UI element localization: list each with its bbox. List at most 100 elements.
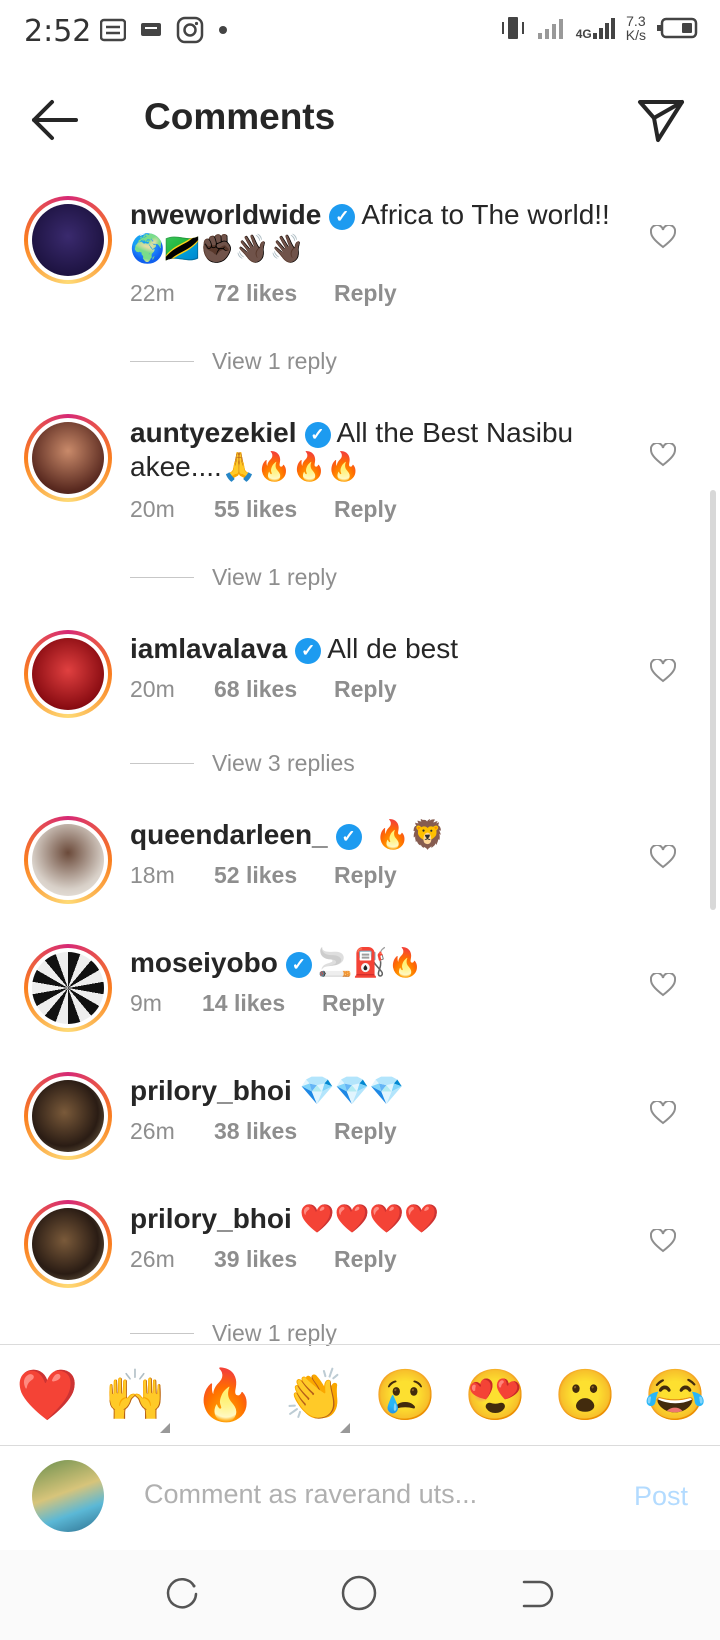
avatar[interactable] [24, 414, 112, 502]
like-heart-icon[interactable] [650, 845, 676, 869]
comment-likes[interactable]: 52 likes [214, 862, 334, 889]
page-title: Comments [144, 96, 336, 137]
comment-username[interactable]: iamlavalava [130, 633, 287, 664]
comment-body: 🔥🦁 [375, 819, 446, 850]
comment-meta: 22m 72 likes Reply [130, 280, 397, 307]
view-replies-button[interactable]: View 1 reply [130, 1320, 337, 1347]
post-button[interactable]: Post [634, 1481, 688, 1512]
like-heart-icon[interactable] [650, 659, 676, 683]
comment-item: queendarleen_ ✓ 🔥🦁 18m 52 likes Reply [0, 800, 720, 920]
comment-likes[interactable]: 38 likes [214, 1118, 334, 1145]
verified-badge-icon: ✓ [329, 204, 356, 230]
comment-username[interactable]: prilory_bhoi [130, 1075, 292, 1106]
comment-item: prilory_bhoi 💎💎💎 26m 38 likes Reply [0, 1056, 720, 1176]
avatar[interactable] [24, 1200, 112, 1288]
vibrate-icon [501, 17, 524, 39]
emoji-heart-eyes[interactable]: 😍 [464, 1365, 526, 1425]
reply-button[interactable]: Reply [334, 496, 397, 523]
reply-button[interactable]: Reply [322, 990, 385, 1017]
signal-strength-icon [592, 18, 615, 39]
send-icon[interactable] [636, 96, 686, 144]
comment-time: 9m [130, 990, 162, 1016]
comment-username[interactable]: moseiyobo [130, 947, 278, 978]
comment-body: 🚬⛽🔥 [317, 947, 423, 978]
comment-username[interactable]: queendarleen_ [130, 819, 328, 850]
verified-badge-icon: ✓ [304, 422, 331, 448]
comment-item: iamlavalava ✓ All de best 20m 68 likes Rep… [0, 614, 720, 784]
comment-time: 18m [130, 862, 175, 888]
comment-text: moseiyobo ✓ 🚬⛽🔥 [130, 946, 640, 980]
comment-item: prilory_bhoi ❤️❤️❤️❤️ 26m 39 likes Reply… [0, 1184, 720, 1346]
verified-badge-icon: ✓ [285, 952, 312, 978]
comment-body: All de best [327, 633, 458, 664]
reply-button[interactable]: Reply [334, 862, 397, 889]
status-bar: 2:52 4G 7.3 K/s [0, 0, 720, 66]
like-heart-icon[interactable] [650, 443, 676, 467]
comment-likes[interactable]: 68 likes [214, 676, 334, 703]
comment-text: iamlavalava ✓ All de best [130, 632, 640, 666]
comment-text: prilory_bhoi 💎💎💎 [130, 1074, 640, 1108]
emoji-surprised[interactable]: 😮 [554, 1365, 616, 1425]
net-speed: 7.3 K/s [625, 13, 646, 43]
comment-meta: 20m 55 likes Reply [130, 496, 397, 523]
back-arrow-icon[interactable] [30, 98, 80, 142]
reply-button[interactable]: Reply [334, 676, 397, 703]
quick-emoji-bar: ❤️ 🙌 🔥 👏 😢 😍 😮 😂 [0, 1344, 720, 1446]
avatar[interactable] [24, 944, 112, 1032]
emoji-crying[interactable]: 😢 [374, 1365, 436, 1425]
message-icon [141, 23, 161, 36]
emoji-laughing[interactable]: 😂 [644, 1365, 706, 1425]
scrollbar[interactable] [710, 490, 716, 910]
home-icon[interactable] [340, 1574, 378, 1612]
comment-text: prilory_bhoi ❤️❤️❤️❤️ [130, 1202, 640, 1236]
back-nav-icon[interactable] [518, 1576, 554, 1612]
comment-input[interactable]: Comment as raverand uts... [144, 1479, 477, 1510]
notification-icon [100, 18, 126, 42]
comment-username[interactable]: prilory_bhoi [130, 1203, 292, 1234]
view-replies-button[interactable]: View 3 replies [130, 750, 355, 777]
comment-meta: 26m 39 likes Reply [130, 1246, 397, 1273]
avatar[interactable] [24, 816, 112, 904]
recent-apps-icon[interactable] [164, 1576, 200, 1612]
reply-button[interactable]: Reply [334, 1246, 397, 1273]
like-heart-icon[interactable] [650, 1229, 676, 1253]
network-type: 4G [575, 27, 592, 41]
avatar[interactable] [24, 1072, 112, 1160]
comment-item: moseiyobo ✓ 🚬⛽🔥 9m 14 likes Reply [0, 928, 720, 1048]
reply-button[interactable]: Reply [334, 280, 397, 307]
comment-likes[interactable]: 55 likes [214, 496, 334, 523]
dot-icon [219, 26, 227, 34]
skin-tone-indicator-icon [340, 1423, 350, 1433]
like-heart-icon[interactable] [650, 225, 676, 249]
like-heart-icon[interactable] [650, 973, 676, 997]
comment-composer: Comment as raverand uts... Post [0, 1445, 720, 1565]
emoji-fire[interactable]: 🔥 [194, 1365, 256, 1425]
comment-username[interactable]: auntyezekiel [130, 417, 297, 448]
instagram-icon [176, 16, 204, 44]
like-heart-icon[interactable] [650, 1101, 676, 1125]
comment-item: auntyezekiel ✓ All the Best Nasibu akee...… [0, 398, 720, 591]
battery-icon [657, 17, 698, 39]
avatar[interactable] [24, 630, 112, 718]
comment-likes[interactable]: 39 likes [214, 1246, 334, 1273]
comment-username[interactable]: nweworldwide [130, 199, 321, 230]
comment-time: 20m [130, 676, 175, 702]
comment-likes[interactable]: 72 likes [214, 280, 334, 307]
system-nav-bar [0, 1550, 720, 1640]
skin-tone-indicator-icon [160, 1423, 170, 1433]
comment-item: nweworldwide ✓ Africa to The world!! 🌍🇹🇿✊🏿… [0, 180, 720, 374]
comment-likes[interactable]: 14 likes [202, 990, 322, 1017]
comment-body: 💎💎💎 [299, 1075, 405, 1106]
verified-badge-icon: ✓ [335, 824, 362, 850]
comment-meta: 18m 52 likes Reply [130, 862, 397, 889]
avatar[interactable] [24, 196, 112, 284]
emoji-clap[interactable]: 👏 [284, 1365, 346, 1425]
comment-meta: 9m 14 likes Reply [130, 990, 385, 1017]
emoji-raised-hands[interactable]: 🙌 [104, 1365, 166, 1425]
my-avatar [32, 1460, 104, 1532]
emoji-heart[interactable]: ❤️ [16, 1365, 78, 1425]
view-replies-button[interactable]: View 1 reply [130, 348, 337, 375]
comment-time: 26m [130, 1246, 175, 1272]
reply-button[interactable]: Reply [334, 1118, 397, 1145]
view-replies-button[interactable]: View 1 reply [130, 564, 337, 591]
